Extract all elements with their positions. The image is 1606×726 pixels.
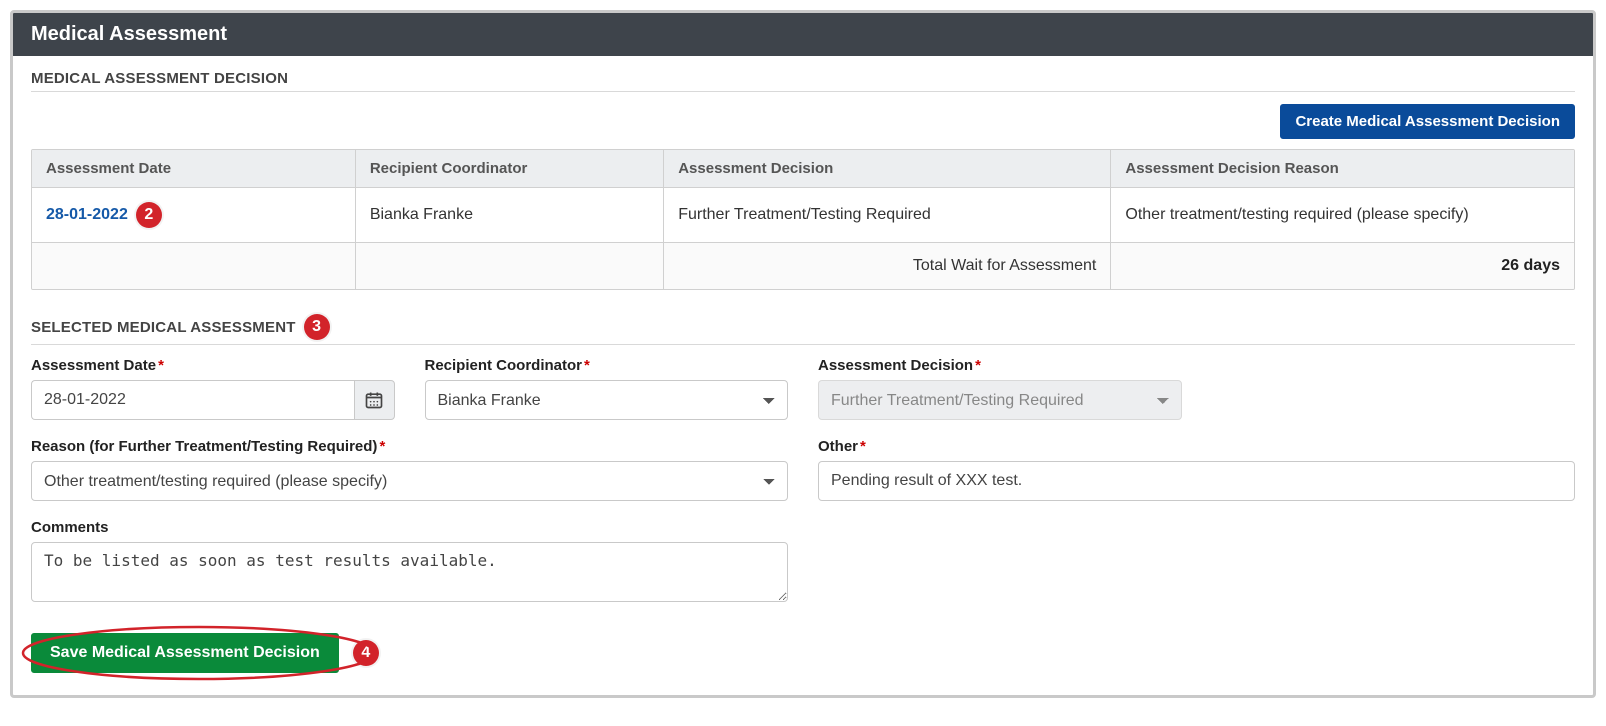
col-assessment-date: Assessment Date: [32, 150, 356, 188]
medical-assessment-panel: Medical Assessment MEDICAL ASSESSMENT DE…: [10, 10, 1596, 698]
create-decision-button[interactable]: Create Medical Assessment Decision: [1280, 104, 1575, 139]
save-decision-button[interactable]: Save Medical Assessment Decision: [31, 633, 339, 673]
decision-section-title: MEDICAL ASSESSMENT DECISION: [31, 70, 288, 87]
col-assessment-decision: Assessment Decision: [664, 150, 1111, 188]
table-row: 28-01-2022 2 Bianka Franke Further Treat…: [32, 188, 1574, 243]
footer-label: Total Wait for Assessment: [664, 243, 1111, 289]
comments-textarea[interactable]: [31, 542, 788, 602]
col-assessment-reason: Assessment Decision Reason: [1111, 150, 1574, 188]
label-reason: Reason (for Further Treatment/Testing Re…: [31, 438, 788, 455]
other-input[interactable]: [818, 461, 1575, 501]
recipient-coordinator-select[interactable]: Bianka Franke: [425, 380, 789, 420]
annotation-badge-3: 3: [304, 314, 330, 340]
row-reason: Other treatment/testing required (please…: [1111, 188, 1574, 243]
label-recipient-coordinator: Recipient Coordinator*: [425, 357, 789, 374]
decision-table: Assessment Date Recipient Coordinator As…: [31, 149, 1575, 290]
col-recipient-coordinator: Recipient Coordinator: [356, 150, 664, 188]
assessment-decision-select[interactable]: Further Treatment/Testing Required: [818, 380, 1182, 420]
selected-section-title: SELECTED MEDICAL ASSESSMENT: [31, 319, 296, 336]
label-comments: Comments: [31, 519, 788, 536]
footer-value: 26 days: [1111, 243, 1574, 289]
assessment-date-input[interactable]: [31, 380, 354, 420]
panel-title: Medical Assessment: [13, 13, 1593, 56]
annotation-badge-4: 4: [353, 640, 379, 666]
row-decision: Further Treatment/Testing Required: [664, 188, 1111, 243]
reason-select[interactable]: Other treatment/testing required (please…: [31, 461, 788, 501]
annotation-badge-2: 2: [136, 202, 162, 228]
table-footer-row: Total Wait for Assessment 26 days: [32, 243, 1574, 289]
label-other: Other*: [818, 438, 1575, 455]
row-date-link[interactable]: 28-01-2022: [46, 206, 128, 224]
label-assessment-date: Assessment Date*: [31, 357, 395, 374]
row-coordinator: Bianka Franke: [356, 188, 664, 243]
label-assessment-decision: Assessment Decision*: [818, 357, 1182, 374]
calendar-icon[interactable]: [354, 380, 395, 420]
